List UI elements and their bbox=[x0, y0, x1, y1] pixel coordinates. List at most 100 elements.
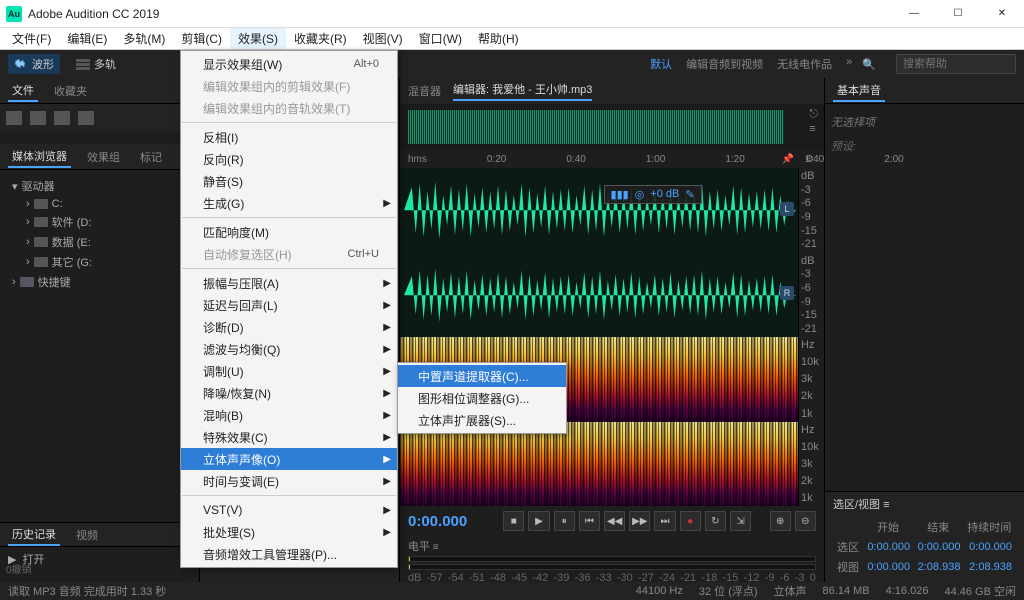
menu-window[interactable]: 窗口(W) bbox=[411, 28, 470, 49]
next-button[interactable]: ⏭ bbox=[654, 511, 675, 531]
menu-item[interactable]: 诊断(D)▶ bbox=[181, 316, 397, 338]
tab-editor[interactable]: 编辑器: 我爱他 - 王小帅.mp3 bbox=[453, 81, 592, 101]
submenu-item[interactable]: 中置声道提取器(C)... bbox=[398, 365, 566, 387]
tab-essential-sound[interactable]: 基本声音 bbox=[833, 80, 885, 102]
media-panel-header: 媒体浏览器 效果组 标记 bbox=[0, 144, 199, 170]
prev-button[interactable]: ⏮ bbox=[579, 511, 600, 531]
menu-view[interactable]: 视图(V) bbox=[355, 28, 411, 49]
disk-icon bbox=[34, 199, 48, 209]
search-icon[interactable]: 🔍 bbox=[862, 58, 876, 71]
submenu-item[interactable]: 图形相位调整器(G)... bbox=[398, 387, 566, 409]
spectrogram-right[interactable]: Hz10k3k2k1k bbox=[400, 422, 824, 507]
waveform-right-channel[interactable]: dB-3-6-9-15-21 R bbox=[400, 253, 824, 338]
play-button[interactable]: ▶ bbox=[528, 511, 549, 531]
tab-history[interactable]: 历史记录 bbox=[8, 524, 60, 546]
stop-button[interactable]: ■ bbox=[503, 511, 524, 531]
pin-icon[interactable]: 📌 bbox=[782, 154, 794, 165]
ffwd-button[interactable]: ▶▶ bbox=[629, 511, 650, 531]
submenu-item[interactable]: 立体声扩展器(S)... bbox=[398, 409, 566, 431]
overview-waveform[interactable]: ⎋ ≡ bbox=[400, 104, 824, 150]
tab-media-browser[interactable]: 媒体浏览器 bbox=[8, 146, 71, 168]
tab-markers[interactable]: 标记 bbox=[136, 147, 166, 167]
open-file-icon[interactable] bbox=[6, 111, 22, 125]
tab-effects-group[interactable]: 效果组 bbox=[83, 147, 124, 167]
disk-icon bbox=[34, 217, 48, 227]
table-row: 选区0:00.0000:00.0000:00.000 bbox=[835, 538, 1014, 556]
loop-button[interactable]: ↻ bbox=[705, 511, 726, 531]
skip-button[interactable]: ⇲ bbox=[730, 511, 751, 531]
multitrack-icon bbox=[76, 58, 90, 70]
zoom-in-button[interactable]: ⊕ bbox=[770, 511, 791, 531]
menu-item[interactable]: 生成(G)▶ bbox=[181, 192, 397, 214]
app-icon: Au bbox=[6, 6, 22, 22]
new-multitrack-icon[interactable] bbox=[30, 111, 46, 125]
volume-hud[interactable]: ▮▮▮ ◎ +0 dB ✎ bbox=[604, 185, 702, 204]
menu-item[interactable]: 反向(R) bbox=[181, 148, 397, 170]
menu-favorites[interactable]: 收藏夹(R) bbox=[286, 28, 355, 49]
menu-item[interactable]: 混响(B)▶ bbox=[181, 404, 397, 426]
disk-icon bbox=[34, 237, 48, 247]
menu-item[interactable]: 音频增效工具管理器(P)... bbox=[181, 543, 397, 565]
multitrack-mode-button[interactable]: 多轨 bbox=[70, 54, 122, 74]
time-ruler[interactable]: hms 0:20 0:40 1:00 1:20 1:40 2:00 📌 ⚙ bbox=[400, 150, 824, 168]
workspace-default[interactable]: 默认 bbox=[650, 56, 672, 72]
menu-item[interactable]: 匹配响度(M) bbox=[181, 221, 397, 243]
workspace-video[interactable]: 编辑音频到视频 bbox=[686, 56, 763, 72]
media-browser-tree[interactable]: ▾驱动器 ›C: ›软件 (D: ›数据 (E: ›其它 (G: ›快捷键 bbox=[0, 170, 199, 522]
disk-icon bbox=[34, 257, 48, 267]
rewind-button[interactable]: ◀◀ bbox=[604, 511, 625, 531]
menu-effects[interactable]: 效果(S) bbox=[230, 28, 286, 49]
menu-item[interactable]: 滤波与均衡(Q)▶ bbox=[181, 338, 397, 360]
stereo-image-submenu[interactable]: 中置声道提取器(C)...图形相位调整器(G)...立体声扩展器(S)... bbox=[397, 362, 567, 434]
files-import-icon[interactable] bbox=[78, 111, 94, 125]
files-panel-header: 文件 收藏夹 bbox=[0, 78, 199, 104]
tab-favorites[interactable]: 收藏夹 bbox=[50, 81, 91, 101]
history-panel-header: 历史记录 视频 bbox=[0, 523, 199, 547]
minimize-button[interactable]: — bbox=[892, 0, 936, 27]
waveform-left-channel[interactable]: ▮▮▮ ◎ +0 dB ✎ dB-3-6-9-15-21 L bbox=[400, 168, 824, 253]
menu-item[interactable]: 降噪/恢复(N)▶ bbox=[181, 382, 397, 404]
menu-item[interactable]: 调制(U)▶ bbox=[181, 360, 397, 382]
level-meter[interactable] bbox=[408, 556, 816, 562]
list-icon[interactable]: ≡ bbox=[809, 123, 818, 135]
menu-item[interactable]: 时间与变调(E)▶ bbox=[181, 470, 397, 492]
record-button[interactable]: ● bbox=[680, 511, 701, 531]
menu-item: 编辑效果组内的剪辑效果(F) bbox=[181, 75, 397, 97]
help-search-input[interactable] bbox=[896, 54, 1016, 74]
menu-clip[interactable]: 剪辑(C) bbox=[173, 28, 230, 49]
menu-bar[interactable]: 文件(F) 编辑(E) 多轨(M) 剪辑(C) 效果(S) 收藏夹(R) 视图(… bbox=[0, 28, 1024, 50]
effects-menu[interactable]: 显示效果组(W)Alt+0编辑效果组内的剪辑效果(F)编辑效果组内的音轨效果(T… bbox=[180, 50, 398, 568]
close-button[interactable]: ✕ bbox=[980, 0, 1024, 27]
tab-mixer[interactable]: 混音器 bbox=[408, 83, 441, 99]
record-icon[interactable] bbox=[54, 111, 70, 125]
menu-edit[interactable]: 编辑(E) bbox=[59, 28, 115, 49]
menu-item[interactable]: 显示效果组(W)Alt+0 bbox=[181, 53, 397, 75]
menu-item[interactable]: 延迟与回声(L)▶ bbox=[181, 294, 397, 316]
tab-video[interactable]: 视频 bbox=[72, 525, 102, 545]
maximize-button[interactable]: ☐ bbox=[936, 0, 980, 27]
menu-item[interactable]: 反相(I) bbox=[181, 126, 397, 148]
zoom-out-button[interactable]: ⊖ bbox=[795, 511, 816, 531]
menu-item[interactable]: 振幅与压限(A)▶ bbox=[181, 272, 397, 294]
menu-multitrack[interactable]: 多轨(M) bbox=[115, 28, 173, 49]
menu-item[interactable]: 静音(S) bbox=[181, 170, 397, 192]
title-bar: Au Adobe Audition CC 2019 — ☐ ✕ bbox=[0, 0, 1024, 28]
menu-item[interactable]: 立体声声像(O)▶ bbox=[181, 448, 397, 470]
tab-files[interactable]: 文件 bbox=[8, 80, 38, 102]
fx-icon[interactable]: ⎋ bbox=[809, 108, 818, 121]
menu-help[interactable]: 帮助(H) bbox=[470, 28, 527, 49]
workspace-radio[interactable]: 无线电作品 bbox=[777, 56, 832, 72]
pause-button[interactable]: ⏸ bbox=[554, 511, 575, 531]
level-meter[interactable] bbox=[408, 564, 816, 570]
timecode[interactable]: 0:00.000 bbox=[408, 513, 495, 530]
menu-item[interactable]: 批处理(S)▶ bbox=[181, 521, 397, 543]
menu-item[interactable]: VST(V)▶ bbox=[181, 499, 397, 521]
levels-panel: 电平 ≡ dB-57-54-51-48-45-42-39-36-33-30-27… bbox=[400, 536, 824, 582]
waveform-mode-button[interactable]: 波形 bbox=[8, 54, 60, 74]
files-toolbar bbox=[0, 104, 199, 132]
menu-file[interactable]: 文件(F) bbox=[4, 28, 59, 49]
workspace-switcher[interactable]: 默认 编辑音频到视频 无线电作品 » bbox=[650, 56, 852, 72]
menu-item[interactable]: 特殊效果(C)▶ bbox=[181, 426, 397, 448]
gear-icon[interactable]: ⚙ bbox=[805, 154, 814, 165]
workspace-more-icon[interactable]: » bbox=[846, 56, 852, 72]
